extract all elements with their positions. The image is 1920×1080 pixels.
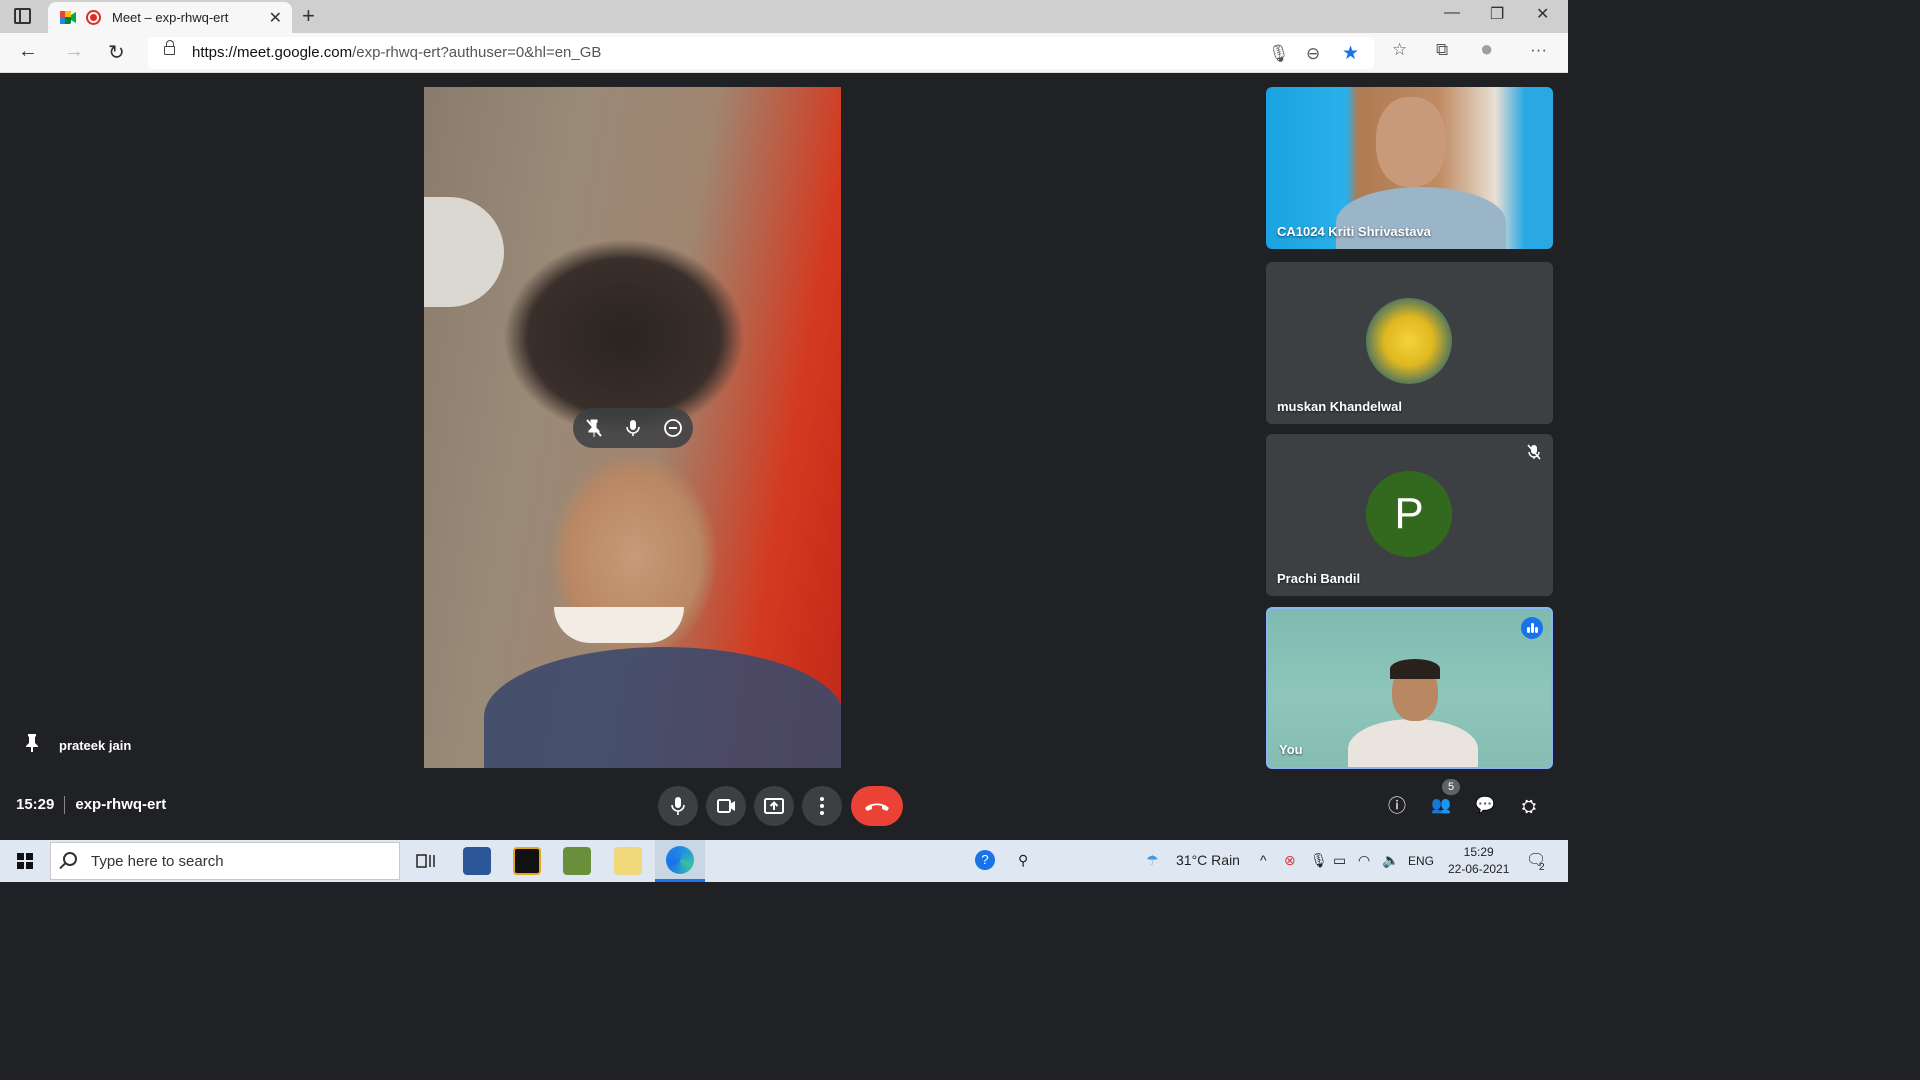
windows-start-icon[interactable] bbox=[17, 853, 33, 869]
activities-icon[interactable]: ⛭ bbox=[1516, 793, 1542, 819]
task-view-icon[interactable] bbox=[412, 847, 440, 875]
favorites-icon[interactable]: ☆ bbox=[1392, 40, 1407, 60]
url-input[interactable]: https://meet.google.com/exp-rhwq-ert?aut… bbox=[148, 37, 1374, 69]
participant-name: Prachi Bandil bbox=[1277, 571, 1361, 586]
remove-tile-icon[interactable] bbox=[662, 417, 684, 439]
meeting-code: exp-rhwq-ert bbox=[75, 796, 167, 813]
collections-icon[interactable]: ⧉ bbox=[1436, 40, 1448, 60]
meeting-details: 15:29 exp-rhwq-ert bbox=[16, 796, 167, 815]
video-background bbox=[424, 197, 504, 307]
present-icon bbox=[764, 798, 784, 814]
pinned-video-controls bbox=[573, 408, 693, 448]
video-detail bbox=[554, 607, 684, 643]
mic-off-icon bbox=[1527, 444, 1541, 460]
avatar bbox=[1366, 298, 1452, 384]
pinned-participant-name: prateek jain bbox=[59, 738, 132, 753]
forward-button[interactable]: → bbox=[64, 40, 84, 63]
battery-icon[interactable]: ▭ bbox=[1333, 852, 1346, 869]
video-detail bbox=[1390, 659, 1440, 679]
windows-taskbar: Type here to search ? ⚲ ☂ 31°C Rain ^ ⊗ … bbox=[0, 840, 1568, 882]
language-indicator[interactable]: ENG bbox=[1408, 854, 1434, 868]
participant-tile[interactable]: P Prachi Bandil bbox=[1266, 434, 1553, 596]
chat-icon[interactable]: 💬 bbox=[1472, 793, 1498, 819]
video-detail bbox=[484, 647, 841, 768]
more-vert-icon bbox=[820, 797, 824, 815]
participant-name: CA1024 Kriti Shrivastava bbox=[1277, 224, 1431, 239]
self-view-tile[interactable]: You bbox=[1266, 607, 1553, 769]
url-path: /exp-rhwq-ert?authuser=0&hl=en_GB bbox=[352, 44, 602, 61]
url-domain: https://meet.google.com bbox=[192, 44, 353, 61]
word-app-icon[interactable] bbox=[463, 847, 491, 875]
participant-tile[interactable]: CA1024 Kriti Shrivastava bbox=[1266, 87, 1553, 249]
video-detail bbox=[1336, 187, 1506, 249]
microphone-button[interactable] bbox=[658, 786, 698, 826]
participant-name: You bbox=[1279, 742, 1303, 757]
google-meet-icon bbox=[60, 11, 76, 24]
rain-weather-icon: ☂ bbox=[1146, 852, 1159, 868]
people-icon[interactable]: 👥 bbox=[1428, 793, 1454, 819]
leave-call-button[interactable] bbox=[851, 786, 903, 826]
profile-icon[interactable]: ● bbox=[1480, 36, 1493, 62]
show-hidden-icons-icon[interactable]: ^ bbox=[1260, 852, 1267, 868]
maximize-button[interactable]: ❐ bbox=[1490, 4, 1504, 24]
reload-button[interactable]: ↻ bbox=[108, 40, 125, 65]
clock-date: 22-06-2021 bbox=[1448, 862, 1510, 876]
meeting-time: 15:29 bbox=[16, 796, 55, 813]
microphone-permission-icon[interactable]: 🎙 bbox=[1268, 44, 1290, 64]
more-menu-icon[interactable]: ··· bbox=[1530, 40, 1547, 60]
pin-icon bbox=[26, 734, 38, 752]
tab-title: Meet – exp-rhwq-ert bbox=[112, 10, 229, 25]
tab-actions-icon[interactable] bbox=[14, 8, 31, 24]
address-bar-row: ← → ↻ https://meet.google.com/exp-rhwq-e… bbox=[0, 33, 1568, 73]
participant-name: muskan Khandelwal bbox=[1277, 399, 1402, 414]
browser-tab-meet[interactable]: Meet – exp-rhwq-ert ✕ bbox=[48, 2, 292, 33]
search-placeholder: Type here to search bbox=[91, 853, 224, 870]
mic-tray-icon[interactable]: 🎙 bbox=[1310, 852, 1328, 869]
mute-participant-icon[interactable] bbox=[622, 417, 644, 439]
favorite-star-icon[interactable]: ★ bbox=[1342, 42, 1359, 65]
intellij-app-icon[interactable] bbox=[513, 847, 541, 875]
zoom-icon[interactable]: ⊖ bbox=[1306, 44, 1320, 64]
recording-icon bbox=[86, 10, 101, 25]
edge-taskbar-button[interactable] bbox=[655, 840, 705, 882]
weather-text[interactable]: 31°C Rain bbox=[1176, 852, 1240, 868]
people-count-badge: 5 bbox=[1442, 779, 1460, 795]
wifi-icon[interactable]: ◠ bbox=[1358, 852, 1370, 869]
speaking-indicator-icon bbox=[1521, 617, 1543, 639]
microphone-icon bbox=[671, 797, 685, 815]
lock-icon[interactable] bbox=[164, 40, 175, 55]
present-screen-button[interactable] bbox=[754, 786, 794, 826]
divider bbox=[64, 796, 66, 815]
video-detail bbox=[1348, 719, 1478, 767]
security-tray-icon[interactable]: ⊗ bbox=[1284, 852, 1296, 869]
taskbar-search-input[interactable]: Type here to search bbox=[50, 842, 400, 880]
new-tab-button[interactable]: + bbox=[302, 3, 315, 29]
avatar: P bbox=[1366, 471, 1452, 557]
meeting-details-icon[interactable]: ⓘ bbox=[1384, 793, 1410, 819]
participant-tile[interactable]: muskan Khandelwal bbox=[1266, 262, 1553, 424]
notification-count: 2 bbox=[1539, 862, 1545, 873]
search-icon bbox=[63, 852, 77, 866]
url-text: https://meet.google.com/exp-rhwq-ert?aut… bbox=[192, 44, 601, 61]
clock-time: 15:29 bbox=[1463, 845, 1494, 859]
more-options-button[interactable] bbox=[802, 786, 842, 826]
app-icon[interactable] bbox=[563, 847, 591, 875]
browser-tab-bar: Meet – exp-rhwq-ert ✕ + — ❐ ✕ bbox=[0, 0, 1568, 33]
tab-close-button[interactable]: ✕ bbox=[269, 8, 282, 28]
volume-icon[interactable]: 🔈 bbox=[1382, 852, 1399, 869]
camera-button[interactable] bbox=[706, 786, 746, 826]
python-app-icon[interactable] bbox=[614, 847, 642, 875]
video-detail bbox=[1376, 97, 1446, 187]
close-window-button[interactable]: ✕ bbox=[1536, 4, 1549, 24]
unpin-icon[interactable] bbox=[583, 417, 605, 439]
edge-browser-icon bbox=[666, 846, 694, 874]
hang-up-icon bbox=[865, 803, 889, 811]
minimize-button[interactable]: — bbox=[1444, 4, 1460, 22]
camera-icon bbox=[717, 799, 735, 813]
taskbar-clock[interactable]: 15:29 22-06-2021 bbox=[1448, 844, 1509, 878]
people-tray-icon[interactable]: ⚲ bbox=[1018, 852, 1028, 869]
back-button[interactable]: ← bbox=[18, 40, 38, 63]
help-icon[interactable]: ? bbox=[975, 850, 995, 870]
